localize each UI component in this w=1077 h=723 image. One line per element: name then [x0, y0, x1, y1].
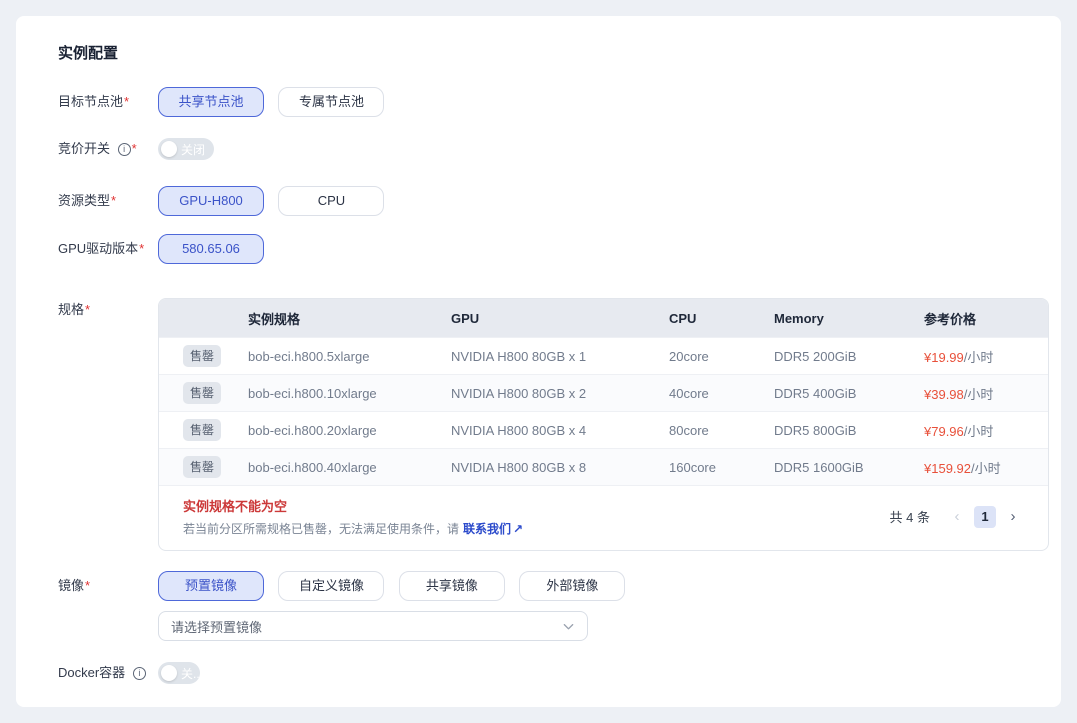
- sold-out-badge: 售罄: [183, 345, 221, 367]
- spec-table: 实例规格 GPU CPU Memory 参考价格 售罄 bob-eci.h800…: [158, 298, 1049, 551]
- preset-image-select[interactable]: 请选择预置镜像: [158, 611, 588, 641]
- col-header-memory: Memory: [774, 311, 924, 326]
- spec-label: 规格*: [58, 298, 158, 320]
- image-option-custom[interactable]: 自定义镜像: [278, 571, 384, 601]
- pagination-next-icon[interactable]: ›: [1002, 506, 1024, 528]
- resource-option-cpu[interactable]: CPU: [278, 186, 384, 216]
- cell-gpu: NVIDIA H800 80GB x 8: [451, 460, 669, 475]
- spec-table-header: 实例规格 GPU CPU Memory 参考价格: [159, 299, 1048, 337]
- form-row-node-pool: 目标节点池* 共享节点池 专属节点池: [42, 87, 1033, 117]
- spot-switch-toggle[interactable]: 关闭: [158, 138, 214, 160]
- pagination-prev-icon[interactable]: ‹: [946, 506, 968, 528]
- cell-price: ¥79.96/小时: [924, 421, 1048, 440]
- image-option-shared[interactable]: 共享镜像: [399, 571, 505, 601]
- cell-cpu: 80core: [669, 423, 774, 438]
- page-title: 实例配置: [42, 42, 1033, 63]
- cell-gpu: NVIDIA H800 80GB x 4: [451, 423, 669, 438]
- cell-spec-name: bob-eci.h800.10xlarge: [248, 386, 451, 401]
- form-row-docker: Docker容器 i 关...: [42, 662, 1033, 684]
- resource-type-label: 资源类型*: [58, 186, 158, 216]
- cell-cpu: 40core: [669, 386, 774, 401]
- cell-spec-name: bob-eci.h800.5xlarge: [248, 349, 451, 364]
- cell-spec-name: bob-eci.h800.40xlarge: [248, 460, 451, 475]
- col-header-gpu: GPU: [451, 311, 669, 326]
- required-asterisk: *: [85, 302, 90, 317]
- form-row-spot-switch: 竞价开关 i* 关闭: [42, 138, 1033, 160]
- contact-us-link[interactable]: 联系我们: [463, 522, 511, 536]
- sold-out-badge: 售罄: [183, 456, 221, 478]
- table-row[interactable]: 售罄 bob-eci.h800.20xlarge NVIDIA H800 80G…: [159, 411, 1048, 448]
- node-pool-label: 目标节点池*: [58, 87, 158, 117]
- spec-table-footer: 实例规格不能为空 若当前分区所需规格已售罄，无法满足使用条件，请联系我们↗ 共 …: [159, 485, 1048, 550]
- sold-out-badge: 售罄: [183, 382, 221, 404]
- cell-memory: DDR5 1600GiB: [774, 460, 924, 475]
- col-header-cpu: CPU: [669, 311, 774, 326]
- required-asterisk: *: [124, 94, 129, 109]
- image-label: 镜像*: [58, 571, 158, 601]
- gpu-driver-option[interactable]: 580.65.06: [158, 234, 264, 264]
- pagination: 共 4 条 ‹ 1 ›: [890, 506, 1024, 528]
- cell-gpu: NVIDIA H800 80GB x 2: [451, 386, 669, 401]
- cell-cpu: 20core: [669, 349, 774, 364]
- cell-price: ¥39.98/小时: [924, 384, 1048, 403]
- pagination-page-1[interactable]: 1: [974, 506, 996, 528]
- cell-spec-name: bob-eci.h800.20xlarge: [248, 423, 451, 438]
- col-header-price: 参考价格: [924, 309, 1048, 328]
- table-row[interactable]: 售罄 bob-eci.h800.40xlarge NVIDIA H800 80G…: [159, 448, 1048, 485]
- cell-gpu: NVIDIA H800 80GB x 1: [451, 349, 669, 364]
- toggle-knob: [161, 665, 177, 681]
- validation-error: 实例规格不能为空: [183, 496, 523, 515]
- cell-cpu: 160core: [669, 460, 774, 475]
- node-pool-option-dedicated[interactable]: 专属节点池: [278, 87, 384, 117]
- info-icon[interactable]: i: [133, 667, 146, 680]
- docker-label: Docker容器 i: [58, 662, 158, 684]
- form-row-image: 镜像* 预置镜像 自定义镜像 共享镜像 外部镜像 请选择预置镜像: [42, 571, 1033, 641]
- table-row[interactable]: 售罄 bob-eci.h800.5xlarge NVIDIA H800 80GB…: [159, 337, 1048, 374]
- required-asterisk: *: [85, 578, 90, 593]
- required-asterisk: *: [139, 241, 144, 256]
- sold-out-badge: 售罄: [183, 419, 221, 441]
- external-link-icon: ↗: [513, 522, 523, 536]
- table-row[interactable]: 售罄 bob-eci.h800.10xlarge NVIDIA H800 80G…: [159, 374, 1048, 411]
- cell-memory: DDR5 400GiB: [774, 386, 924, 401]
- cell-memory: DDR5 200GiB: [774, 349, 924, 364]
- resource-option-gpu-h800[interactable]: GPU-H800: [158, 186, 264, 216]
- docker-toggle[interactable]: 关...: [158, 662, 200, 684]
- info-icon[interactable]: i: [118, 143, 131, 156]
- sold-out-hint: 若当前分区所需规格已售罄，无法满足使用条件，请联系我们↗: [183, 520, 523, 537]
- cell-price: ¥159.92/小时: [924, 458, 1048, 477]
- required-asterisk: *: [132, 141, 137, 156]
- instance-config-card: 实例配置 目标节点池* 共享节点池 专属节点池 竞价开关 i* 关闭 资源类型*…: [16, 16, 1061, 707]
- required-asterisk: *: [111, 193, 116, 208]
- form-row-resource-type: 资源类型* GPU-H800 CPU: [42, 186, 1033, 216]
- image-option-external[interactable]: 外部镜像: [519, 571, 625, 601]
- form-row-gpu-driver: GPU驱动版本* 580.65.06: [42, 234, 1033, 264]
- chevron-down-icon: [562, 620, 575, 633]
- col-header-name: 实例规格: [248, 309, 451, 328]
- pagination-total: 共 4 条: [890, 507, 930, 526]
- image-option-preset[interactable]: 预置镜像: [158, 571, 264, 601]
- toggle-knob: [161, 141, 177, 157]
- spot-switch-label: 竞价开关 i*: [58, 138, 158, 160]
- select-placeholder: 请选择预置镜像: [171, 617, 262, 636]
- node-pool-option-shared[interactable]: 共享节点池: [158, 87, 264, 117]
- form-row-spec: 规格* 实例规格 GPU CPU Memory 参考价格 售罄 bob-eci.…: [42, 298, 1033, 551]
- cell-price: ¥19.99/小时: [924, 347, 1048, 366]
- cell-memory: DDR5 800GiB: [774, 423, 924, 438]
- gpu-driver-label: GPU驱动版本*: [58, 234, 158, 264]
